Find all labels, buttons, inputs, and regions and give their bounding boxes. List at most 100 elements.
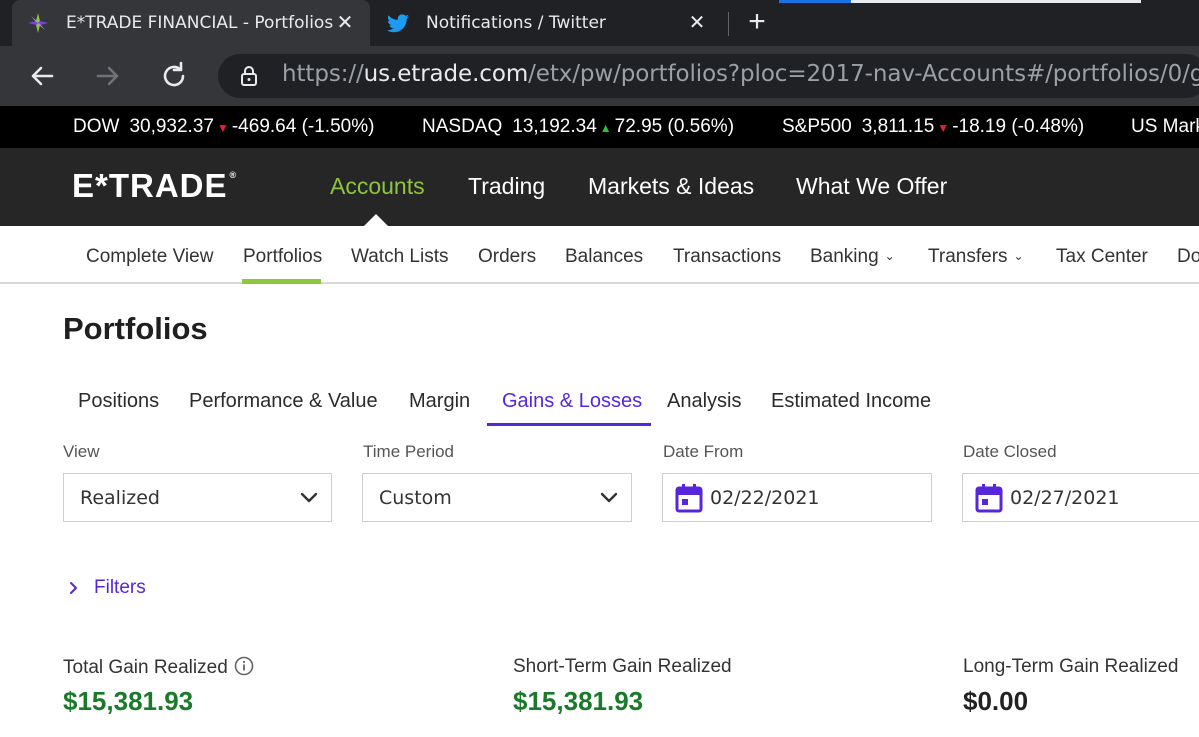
subnav-label: Transfers — [928, 246, 1008, 267]
tab-gains-losses[interactable]: Gains & Losses — [502, 390, 642, 413]
page-title: Portfolios — [63, 311, 208, 346]
tab-title: Notifications / Twitter — [426, 13, 606, 33]
ticker-item-us-markets[interactable]: US Mark — [1131, 116, 1199, 138]
tab-performance-value[interactable]: Performance & Value — [189, 390, 378, 413]
ticker-value: 30,932.37 — [129, 116, 214, 137]
subnav-watch-lists[interactable]: Watch Lists — [351, 246, 449, 268]
subnav-banking[interactable]: Banking ⌄ — [810, 246, 895, 268]
url-path: /etx/pw/portfolios?ploc=2017-nav-Account… — [528, 61, 1199, 87]
active-nav-caret — [364, 214, 388, 226]
time-period-select[interactable]: Custom — [362, 473, 632, 522]
ticker-value: 3,811.15 — [861, 116, 935, 137]
loading-progress-track — [851, 0, 1141, 3]
chevron-right-icon — [70, 582, 77, 594]
total-gain-label-text: Total Gain Realized — [63, 657, 228, 678]
subnav-complete-view[interactable]: Complete View — [86, 246, 213, 268]
ticker-value: 13,192.34 — [512, 116, 597, 137]
calendar-icon[interactable] — [975, 483, 1003, 513]
subnav-orders[interactable]: Orders — [478, 246, 536, 268]
back-arrow-icon[interactable] — [26, 60, 58, 92]
chevron-down-icon: ⌄ — [884, 249, 895, 263]
url-host: us.etrade.com — [363, 61, 529, 87]
lock-icon[interactable] — [238, 65, 260, 87]
up-triangle-icon: ▲ — [599, 121, 612, 135]
down-triangle-icon: ▼ — [216, 121, 229, 135]
logo-text: E*TRADE — [72, 167, 228, 204]
registered-mark: ® — [229, 170, 238, 180]
market-ticker: DOW 30,932.37 ▼ -469.64 (-1.50%) NASDAQ … — [0, 106, 1199, 148]
date-from-field[interactable]: 02/22/2021 — [662, 473, 932, 522]
total-gain-value: $15,381.93 — [63, 686, 194, 716]
ticker-symbol: NASDAQ — [422, 116, 503, 137]
ticker-symbol: US Mark — [1131, 116, 1199, 137]
info-icon[interactable] — [234, 656, 254, 676]
ticker-item-dow[interactable]: DOW 30,932.37 ▼ -469.64 (-1.50%) — [73, 116, 374, 138]
date-closed-value: 02/27/2021 — [1010, 487, 1120, 509]
tab-estimated-income[interactable]: Estimated Income — [771, 390, 931, 413]
subnav-balances[interactable]: Balances — [565, 246, 643, 268]
ticker-symbol: S&P500 — [782, 116, 852, 137]
down-triangle-icon: ▼ — [937, 121, 950, 135]
reload-icon[interactable] — [158, 60, 190, 92]
tab-analysis[interactable]: Analysis — [667, 390, 741, 413]
forward-arrow-icon[interactable] — [92, 60, 124, 92]
calendar-icon[interactable] — [675, 483, 703, 513]
loading-progress-bar — [779, 0, 851, 3]
accounts-subnav: Complete View Portfolios Watch Lists Ord… — [0, 226, 1199, 284]
nav-what-we-offer[interactable]: What We Offer — [796, 173, 947, 200]
ticker-symbol: DOW — [73, 116, 120, 137]
time-period-selected-value: Custom — [379, 487, 452, 509]
total-gain-label: Total Gain Realized — [63, 656, 254, 679]
date-from-value: 02/22/2021 — [710, 487, 820, 509]
short-term-gain-label: Short-Term Gain Realized — [513, 656, 732, 677]
date-closed-label: Date Closed — [963, 442, 1057, 461]
chevron-down-icon — [300, 492, 318, 503]
etrade-logo[interactable]: E*TRADE ® — [72, 167, 238, 204]
new-tab-button[interactable]: + — [742, 7, 772, 38]
browser-tab-twitter[interactable]: Notifications / Twitter ✕ — [372, 0, 722, 46]
long-term-gain-label: Long-Term Gain Realized — [963, 656, 1179, 677]
browser-tab-strip: E*TRADE FINANCIAL - Portfolios ✕ Notific… — [0, 0, 1199, 46]
ticker-item-sp500[interactable]: S&P500 3,811.15 ▼ -18.19 (-0.48%) — [782, 116, 1084, 138]
subnav-tax-center[interactable]: Tax Center — [1056, 246, 1148, 268]
view-label: View — [63, 442, 100, 461]
chevron-down-icon: ⌄ — [1013, 249, 1024, 263]
ticker-change: 72.95 (0.56%) — [614, 116, 735, 137]
address-bar[interactable]: https://us.etrade.com/etx/pw/portfolios?… — [218, 54, 1199, 98]
url-text: https://us.etrade.com/etx/pw/portfolios?… — [282, 61, 1199, 87]
view-selected-value: Realized — [80, 487, 160, 509]
tab-divider — [728, 12, 729, 36]
active-subnav-underline — [242, 279, 321, 284]
active-tab-underline — [487, 423, 651, 426]
date-closed-field[interactable]: 02/27/2021 — [962, 473, 1199, 522]
filters-label: Filters — [94, 577, 146, 598]
etrade-favicon-icon — [28, 13, 48, 33]
chevron-down-icon — [600, 492, 618, 503]
short-term-gain-value: $15,381.93 — [513, 686, 644, 716]
nav-trading[interactable]: Trading — [468, 173, 545, 200]
browser-toolbar: https://us.etrade.com/etx/pw/portfolios?… — [0, 46, 1199, 106]
site-header: E*TRADE ® Accounts Trading Markets & Idea… — [0, 148, 1199, 226]
nav-markets-ideas[interactable]: Markets & Ideas — [588, 173, 754, 200]
close-tab-icon[interactable]: ✕ — [686, 11, 708, 33]
subnav-transactions[interactable]: Transactions — [673, 246, 781, 268]
view-select[interactable]: Realized — [63, 473, 332, 522]
filters-toggle[interactable]: Filters — [68, 577, 146, 599]
url-scheme: https:// — [282, 61, 364, 87]
time-period-label: Time Period — [363, 442, 455, 461]
subnav-transfers[interactable]: Transfers ⌄ — [928, 246, 1024, 268]
tab-title: E*TRADE FINANCIAL - Portfolios — [66, 13, 334, 33]
subnav-documents[interactable]: Do — [1177, 246, 1199, 268]
ticker-change: -469.64 (-1.50%) — [231, 116, 375, 137]
subnav-portfolios[interactable]: Portfolios — [243, 246, 322, 268]
ticker-change: -18.19 (-0.48%) — [952, 116, 1085, 137]
close-tab-icon[interactable]: ✕ — [334, 11, 356, 33]
nav-accounts[interactable]: Accounts — [330, 173, 425, 200]
date-from-label: Date From — [663, 442, 744, 461]
tab-positions[interactable]: Positions — [78, 390, 159, 413]
ticker-item-nasdaq[interactable]: NASDAQ 13,192.34 ▲ 72.95 (0.56%) — [422, 116, 734, 138]
twitter-bird-icon — [387, 14, 409, 33]
tab-margin[interactable]: Margin — [409, 390, 470, 413]
browser-tab-etrade[interactable]: E*TRADE FINANCIAL - Portfolios ✕ — [12, 0, 370, 46]
long-term-gain-value: $0.00 — [963, 686, 1029, 716]
